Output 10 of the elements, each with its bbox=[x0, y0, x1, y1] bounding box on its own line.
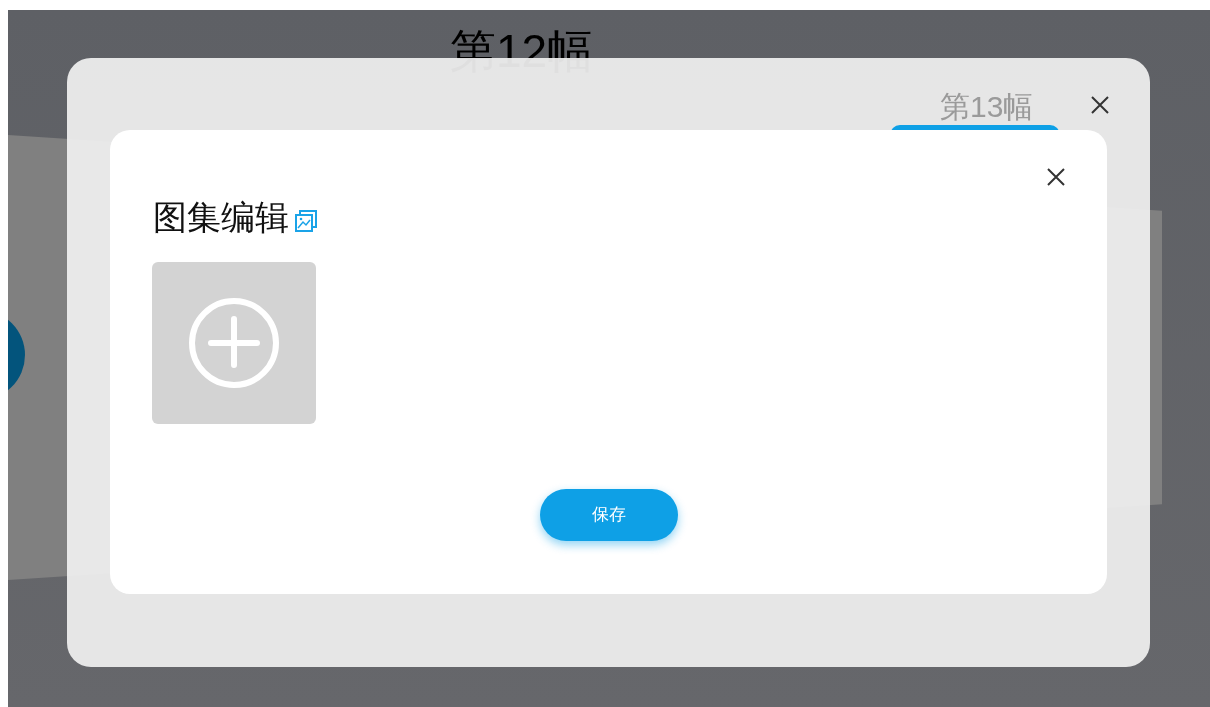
add-icon bbox=[188, 297, 280, 389]
close-button[interactable] bbox=[1046, 167, 1066, 187]
close-button[interactable] bbox=[1090, 95, 1110, 115]
slide-label: 第13幅 bbox=[940, 92, 1034, 122]
dialog-title: 图集编辑 bbox=[153, 197, 289, 238]
save-button[interactable]: 保存 bbox=[540, 489, 678, 541]
add-image-tile[interactable] bbox=[152, 262, 316, 424]
close-icon bbox=[1090, 95, 1110, 115]
gallery-icon bbox=[295, 210, 317, 232]
close-icon bbox=[1046, 167, 1066, 187]
